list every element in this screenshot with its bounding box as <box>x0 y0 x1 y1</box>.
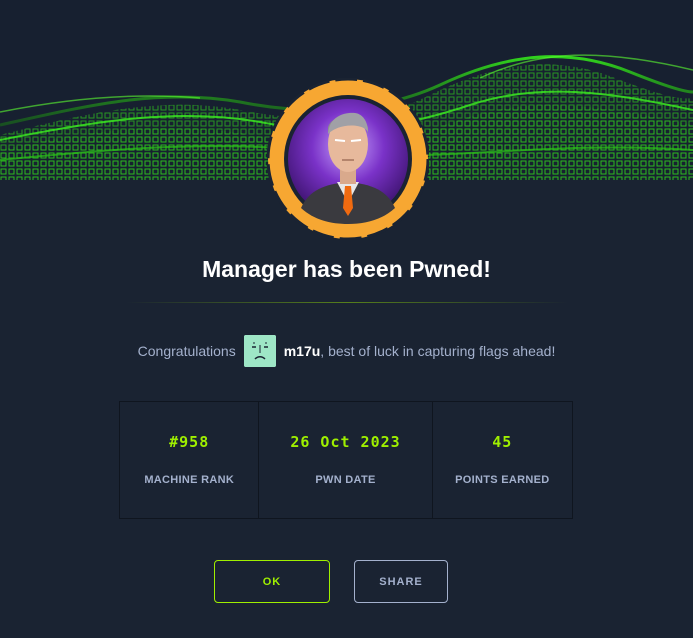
stat-machine-rank: #958 MACHINE RANK <box>120 402 260 518</box>
stat-label: MACHINE RANK <box>144 474 235 486</box>
stat-label: POINTS EARNED <box>455 474 550 486</box>
share-button[interactable]: SHARE <box>354 560 448 603</box>
page-title: Manager has been Pwned! <box>202 256 491 282</box>
stat-value: #958 <box>169 433 210 451</box>
stats-table: #958 MACHINE RANK 26 Oct 2023 PWN DATE 4… <box>119 401 573 519</box>
congrats-message: Congratulations m17u , best of luck in c… <box>0 334 693 368</box>
stat-value: 26 Oct 2023 <box>290 433 401 451</box>
ok-button[interactable]: OK <box>214 560 330 603</box>
stat-label: PWN DATE <box>315 474 376 486</box>
stat-points-earned: 45 POINTS EARNED <box>433 402 572 518</box>
stat-pwn-date: 26 Oct 2023 PWN DATE <box>259 402 433 518</box>
pwned-dialog: Manager has been Pwned! Congratulations … <box>0 0 693 638</box>
congrats-prefix: Congratulations <box>137 343 236 359</box>
title-divider <box>126 302 568 303</box>
machine-avatar <box>267 78 429 240</box>
stat-value: 45 <box>492 433 513 451</box>
user-avatar[interactable] <box>243 335 276 367</box>
congrats-suffix: , best of luck in capturing flags ahead! <box>320 343 556 359</box>
username[interactable]: m17u <box>284 343 321 359</box>
